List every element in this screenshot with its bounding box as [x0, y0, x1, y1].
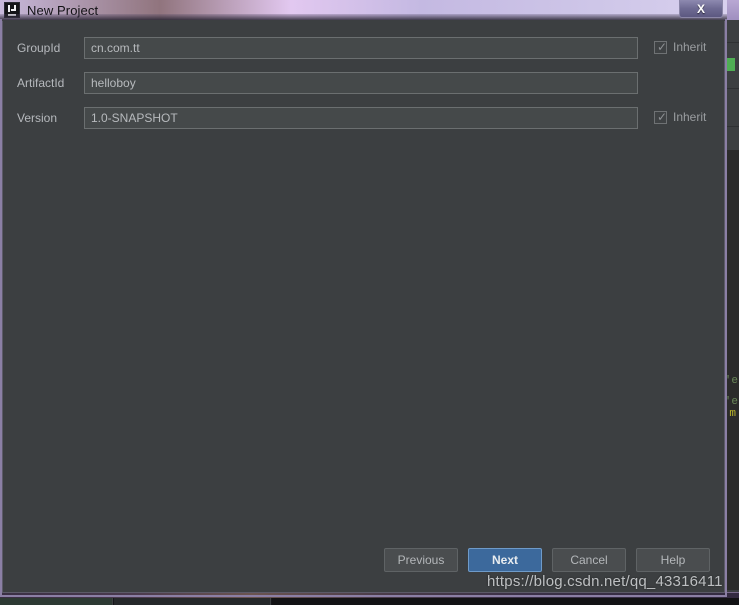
- groupid-inherit-checkbox[interactable]: ✓ Inherit: [654, 40, 706, 54]
- check-icon: ✓: [657, 39, 668, 54]
- taskbar-button[interactable]: [0, 598, 113, 605]
- dialog-button-bar: Previous Next Cancel Help: [3, 548, 726, 574]
- checkbox-box: ✓: [654, 39, 668, 54]
- groupid-label: GroupId: [17, 41, 61, 55]
- close-button[interactable]: X: [679, 0, 723, 18]
- artifactid-input[interactable]: [84, 72, 638, 94]
- previous-button[interactable]: Previous: [384, 548, 458, 572]
- version-input[interactable]: [84, 107, 638, 129]
- artifactid-label: ArtifactId: [17, 76, 65, 90]
- form-row-artifactid: ArtifactId: [3, 72, 726, 94]
- cancel-button[interactable]: Cancel: [552, 548, 626, 572]
- run-arrow-icon[interactable]: [726, 58, 735, 71]
- new-project-dialog: New Project X GroupId ✓ Inherit Arti: [0, 0, 727, 597]
- taskbar-empty-area: [272, 598, 739, 605]
- checkbox-box: ✓: [654, 109, 668, 124]
- version-label: Version: [17, 111, 58, 125]
- next-button[interactable]: Next: [468, 548, 542, 572]
- groupid-input[interactable]: [84, 37, 638, 59]
- form-row-groupid: GroupId ✓ Inherit: [3, 37, 726, 59]
- inherit-label: Inherit: [673, 110, 707, 124]
- inherit-label: Inherit: [673, 40, 707, 54]
- form-row-version: Version ✓ Inherit: [3, 107, 726, 129]
- taskbar-button[interactable]: [114, 598, 271, 605]
- check-icon: ✓: [657, 109, 668, 124]
- help-button[interactable]: Help: [636, 548, 710, 572]
- titlebar-shadow: [0, 14, 727, 20]
- close-icon: X: [696, 1, 705, 16]
- version-inherit-checkbox[interactable]: ✓ Inherit: [654, 110, 706, 124]
- dialog-body: GroupId ✓ Inherit ArtifactId Version: [2, 21, 725, 593]
- screen: 'e 'e 'm New Project X GroupId cn.com.tt…: [0, 0, 739, 605]
- dialog-titlebar[interactable]: New Project X: [0, 0, 727, 20]
